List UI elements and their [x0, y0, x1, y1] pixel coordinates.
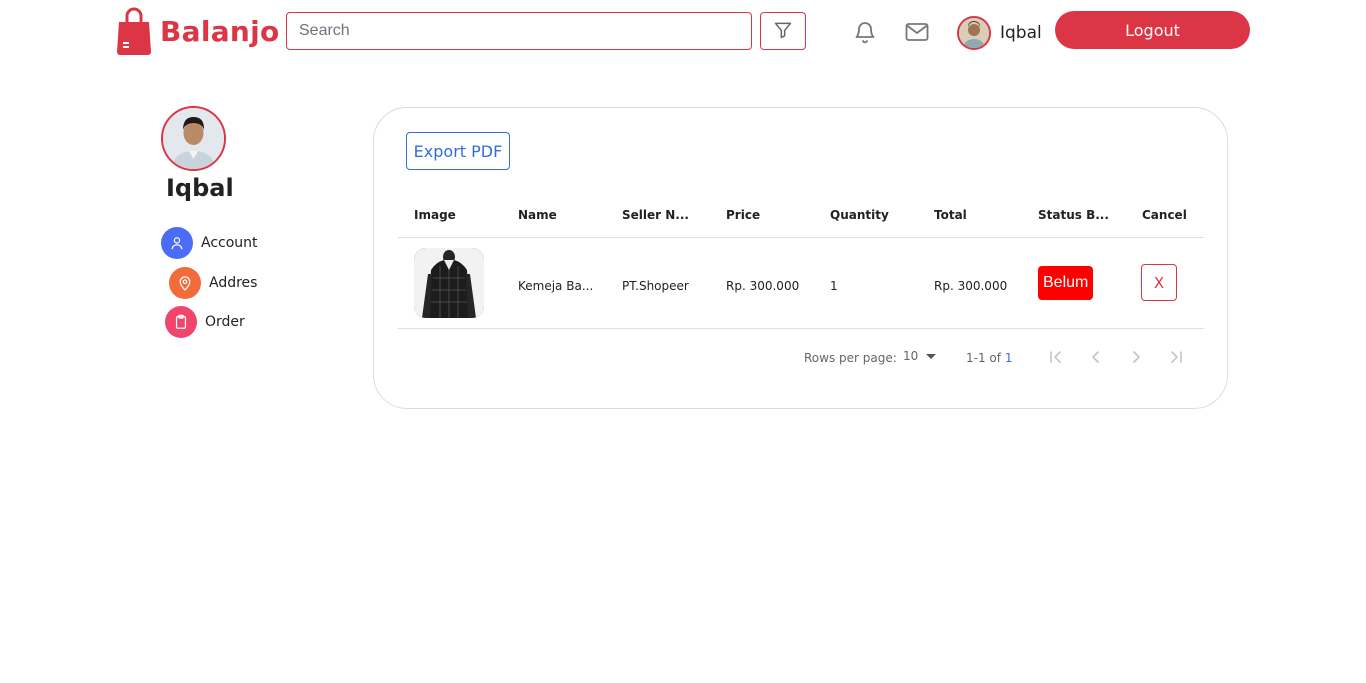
bell-icon	[853, 19, 877, 50]
filter-icon	[773, 20, 793, 43]
rows-per-page-select[interactable]: 10	[903, 349, 937, 363]
rows-per-page-label: Rows per page:	[804, 351, 897, 365]
chevron-right-icon	[1128, 349, 1144, 368]
first-page-button[interactable]	[1042, 344, 1070, 372]
status-badge: Belum	[1038, 266, 1094, 300]
user-icon	[161, 227, 193, 259]
column-header-status[interactable]: Status B...	[1038, 208, 1109, 222]
last-page-icon	[1168, 349, 1184, 368]
messages-button[interactable]	[904, 22, 930, 46]
chevron-left-icon	[1088, 349, 1104, 368]
clipboard-icon	[165, 306, 197, 338]
pagination-total: 1	[1004, 351, 1013, 365]
filter-button[interactable]	[760, 12, 806, 50]
column-header-seller[interactable]: Seller N...	[622, 208, 689, 222]
previous-page-button[interactable]	[1082, 344, 1110, 372]
user-menu[interactable]: Iqbal	[957, 16, 1042, 50]
notification-button[interactable]	[852, 20, 878, 48]
table-pagination: Rows per page: 10 1-1 of 1	[398, 330, 1204, 384]
logout-button[interactable]: Logout	[1055, 11, 1250, 49]
mail-icon	[905, 22, 929, 47]
cancel-order-button[interactable]: X	[1141, 264, 1177, 301]
column-header-cancel[interactable]: Cancel	[1142, 208, 1187, 222]
brand-name: Balanjo	[160, 14, 280, 48]
avatar	[957, 16, 991, 50]
sidebar-item-addres[interactable]: Addres	[169, 267, 257, 299]
next-page-button[interactable]	[1122, 344, 1150, 372]
total: Rp. 300.000	[934, 279, 1008, 293]
column-header-image[interactable]: Image	[414, 208, 456, 222]
product-image	[414, 248, 484, 318]
map-pin-icon	[169, 267, 201, 299]
quantity: 1	[830, 279, 838, 293]
sidebar-item-order[interactable]: Order	[165, 306, 245, 338]
table-header: Image Name Seller N... Price Quantity To…	[398, 196, 1204, 238]
shopping-bag-icon	[116, 6, 152, 56]
column-header-total[interactable]: Total	[934, 208, 967, 222]
sidebar-item-label: Account	[201, 235, 258, 251]
export-pdf-button[interactable]: Export PDF	[406, 132, 510, 170]
sidebar-item-account[interactable]: Account	[161, 227, 258, 259]
profile-avatar	[161, 106, 226, 171]
order-card: Export PDF Image Name Seller N... Price …	[373, 107, 1228, 409]
profile-name: Iqbal	[166, 174, 234, 202]
sidebar-item-label: Order	[205, 314, 245, 330]
brand-logo[interactable]: Balanjo	[116, 6, 280, 56]
user-name: Iqbal	[1000, 23, 1042, 43]
rows-per-page-value: 10	[903, 349, 919, 363]
seller-name: PT.Shopeer	[622, 279, 689, 293]
top-header: Balanjo Search Iqbal Logout	[0, 0, 1366, 64]
price: Rp. 300.000	[726, 279, 800, 293]
product-name: Kemeja Ba...	[518, 279, 594, 293]
pagination-range: 1-1 of 1	[966, 351, 1012, 365]
column-header-name[interactable]: Name	[518, 208, 557, 222]
order-table: Image Name Seller N... Price Quantity To…	[398, 196, 1204, 329]
column-header-quantity[interactable]: Quantity	[830, 208, 889, 222]
last-page-button[interactable]	[1162, 344, 1190, 372]
table-row: Kemeja Ba... PT.Shopeer Rp. 300.000 1 Rp…	[398, 238, 1204, 329]
sidebar-item-label: Addres	[209, 275, 258, 291]
column-header-price[interactable]: Price	[726, 208, 760, 222]
caret-down-icon	[926, 353, 937, 359]
pagination-range-text: 1-1 of	[966, 351, 1001, 365]
first-page-icon	[1048, 349, 1064, 368]
search-input[interactable]	[286, 12, 752, 50]
